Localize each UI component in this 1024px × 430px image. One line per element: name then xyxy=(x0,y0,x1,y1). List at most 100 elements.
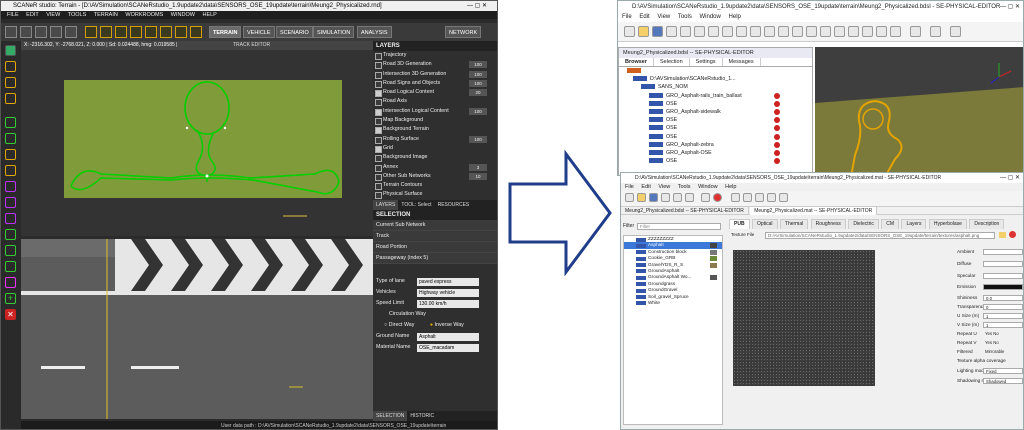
tab-layers[interactable]: LAYERS xyxy=(373,199,399,210)
tab-hyperbolase[interactable]: Hyperbolase xyxy=(928,219,967,229)
speed-limit-input[interactable]: 130.00 km/h xyxy=(417,299,479,308)
window-controls[interactable]: — ▢ ✕ xyxy=(1000,174,1020,181)
zoom-fit-icon[interactable] xyxy=(145,26,157,38)
3d-viewport[interactable] xyxy=(815,47,1023,175)
pan-icon[interactable] xyxy=(764,26,775,37)
paste-icon[interactable] xyxy=(722,26,733,37)
target-icon[interactable] xyxy=(806,26,817,37)
open-folder-icon[interactable] xyxy=(638,26,649,37)
lane-tool-icon[interactable] xyxy=(5,261,16,272)
tree-item[interactable]: OSE xyxy=(619,116,812,124)
mode-vehicle-button[interactable]: VEHICLE xyxy=(243,26,275,38)
menu-help[interactable]: Help xyxy=(725,184,736,190)
menu-view[interactable]: View xyxy=(657,14,670,20)
new-file-icon[interactable] xyxy=(5,26,17,38)
image-icon[interactable] xyxy=(50,26,62,38)
menu-help[interactable]: HELP xyxy=(202,12,216,18)
tab-browser[interactable]: Browser xyxy=(619,58,655,66)
property-checkbox-label[interactable]: Texture alpha coverage xyxy=(957,358,1006,363)
layer-row[interactable]: Road Signs and Objects 100 xyxy=(373,79,497,89)
tree-group[interactable]: SANS_NOM xyxy=(619,83,812,91)
property-select[interactable]: Shadowed xyxy=(983,378,1023,384)
texture-file-input[interactable]: D:/AVSimulation/SCANeRstudio_1.9update2/… xyxy=(765,232,995,239)
join-icon[interactable] xyxy=(848,26,859,37)
list-icon[interactable] xyxy=(950,26,961,37)
layer-row[interactable]: Physical Surface xyxy=(373,190,497,200)
paste-icon[interactable] xyxy=(685,193,694,202)
junction-tool-icon[interactable] xyxy=(5,229,16,240)
material-item[interactable]: White xyxy=(624,300,722,306)
settings-icon[interactable] xyxy=(910,26,921,37)
tab-tool-select[interactable]: TOOL: Select xyxy=(398,200,434,210)
layer-value[interactable]: 100 xyxy=(469,107,487,115)
layer-value[interactable]: 100 xyxy=(469,70,487,78)
layer-value[interactable]: 20 xyxy=(469,89,487,97)
tab-selection[interactable]: Selection xyxy=(654,58,690,66)
layer-value[interactable]: 100 xyxy=(469,135,487,143)
add-node-icon[interactable] xyxy=(100,26,112,38)
layer-row[interactable]: Road Axis xyxy=(373,97,497,107)
tab-messages[interactable]: Messages xyxy=(723,58,761,66)
tree-item[interactable]: OSE xyxy=(619,100,812,108)
undo-icon[interactable] xyxy=(792,26,803,37)
selection-row[interactable]: Track xyxy=(373,230,497,242)
menu-edit[interactable]: Edit xyxy=(639,14,649,20)
menu-file[interactable]: FILE xyxy=(7,12,19,18)
menu-edit[interactable]: Edit xyxy=(641,184,650,190)
selection-row[interactable]: Passageway (index 5) xyxy=(373,252,497,264)
menu-window[interactable]: Window xyxy=(700,14,721,20)
texture-icon[interactable] xyxy=(743,193,752,202)
select-tool-icon[interactable] xyxy=(5,45,16,56)
tree-item[interactable]: OSE xyxy=(619,133,812,141)
cut-icon[interactable] xyxy=(694,26,705,37)
layer-row[interactable]: Grid xyxy=(373,144,497,154)
property-radio[interactable]: Yes No xyxy=(983,340,1023,346)
layer-row[interactable]: Rolling Surface 100 xyxy=(373,135,497,144)
tab-layers[interactable]: Layers xyxy=(901,219,927,229)
mode-analysis-button[interactable]: ANALYSIS xyxy=(357,26,392,38)
property-value[interactable] xyxy=(983,261,1023,267)
connect-tool-icon[interactable] xyxy=(5,245,16,256)
tree-item[interactable]: GRO_Asphalt-zebra xyxy=(619,141,812,149)
layers-icon[interactable] xyxy=(680,26,691,37)
move-icon[interactable] xyxy=(85,26,97,38)
delete-icon[interactable]: ✕ xyxy=(5,309,16,320)
property-value[interactable]: 0.0 xyxy=(983,295,1023,301)
tree-item[interactable]: GRO_Asphalt-OSE xyxy=(619,149,812,157)
layer-row[interactable]: Trajectory xyxy=(373,51,497,61)
rotate-tool-icon[interactable] xyxy=(5,93,16,104)
sphere-icon[interactable] xyxy=(755,193,764,202)
property-checkbox[interactable]: Mirrorable xyxy=(983,349,1023,355)
crosshair-icon[interactable] xyxy=(160,26,172,38)
layer-row[interactable]: Other Sub Networks 10 xyxy=(373,172,497,182)
move-tool-icon[interactable] xyxy=(5,77,16,88)
new-icon[interactable] xyxy=(624,26,635,37)
pointer-icon[interactable] xyxy=(736,26,747,37)
vehicles-select[interactable]: Highway vehicle xyxy=(417,288,479,297)
gear-icon[interactable] xyxy=(701,193,710,202)
tab-optical[interactable]: Optical xyxy=(751,219,778,229)
layer-row[interactable]: Intersection 3D Generation 100 xyxy=(373,70,497,79)
tree-root-badge[interactable] xyxy=(619,67,812,75)
menu-file[interactable]: File xyxy=(622,14,632,20)
menu-workrooms[interactable]: WORKROOMS xyxy=(125,12,163,18)
tab-settings[interactable]: Settings xyxy=(690,58,723,66)
save-icon[interactable] xyxy=(652,26,663,37)
top-view-viewport[interactable] xyxy=(21,50,373,236)
copy-icon[interactable] xyxy=(673,193,682,202)
tree-item[interactable]: GRO_Asphalt-rails_train_ballast xyxy=(619,92,812,100)
delete-point-icon[interactable] xyxy=(890,26,901,37)
tab-resources[interactable]: RESOURCES xyxy=(435,200,473,210)
menu-window[interactable]: WINDOW xyxy=(171,12,195,18)
network-button[interactable]: NETWORK xyxy=(445,26,482,38)
loop-tool-icon[interactable] xyxy=(5,181,16,192)
menu-edit[interactable]: EDIT xyxy=(26,12,39,18)
layer-value[interactable]: 10 xyxy=(469,172,487,180)
menu-terrain[interactable]: TERRAIN xyxy=(94,12,118,18)
save-icon[interactable] xyxy=(35,26,47,38)
bend-tool-icon[interactable] xyxy=(5,213,16,224)
tab-dielectric[interactable]: Dielectric xyxy=(848,219,879,229)
tab-bdsl-document[interactable]: Meung2_Physicalized.bdsl -- SE-PHYSICAL-… xyxy=(621,207,749,215)
ground-name-select[interactable]: Asphalt xyxy=(417,332,479,341)
open-icon[interactable] xyxy=(20,26,32,38)
